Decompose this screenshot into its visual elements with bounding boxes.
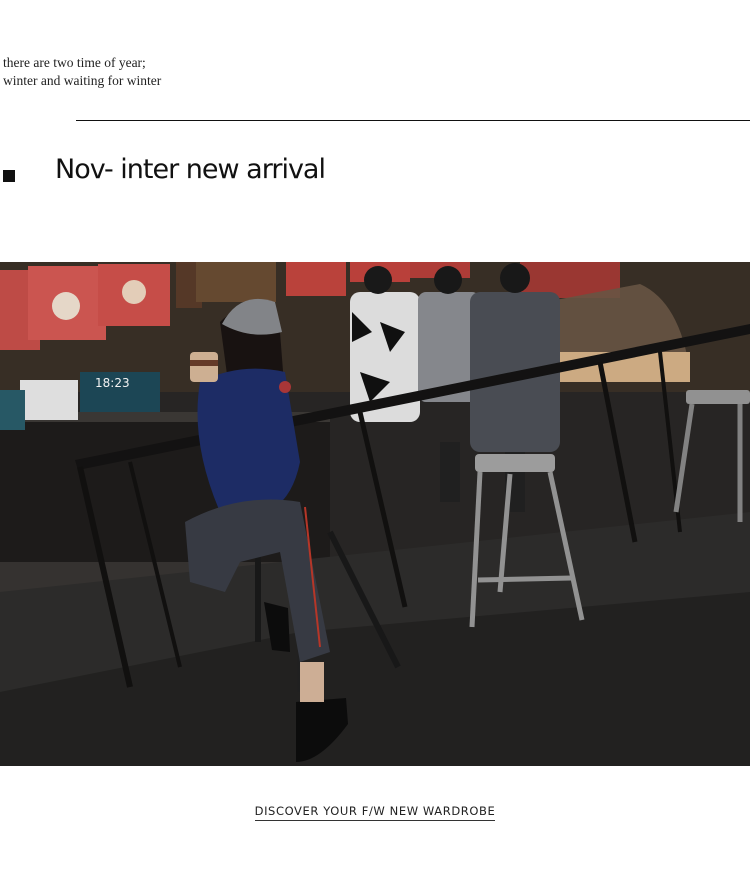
- cta-container: DISCOVER YOUR F/W NEW WARDROBE: [0, 802, 750, 821]
- square-bullet-icon: [3, 170, 15, 182]
- divider-line: [76, 120, 750, 121]
- section-title: Nov- inter new arrival: [0, 152, 750, 192]
- tagline-line-2: winter and waiting for winter: [3, 73, 162, 88]
- tagline: there are two time of year; winter and w…: [3, 54, 161, 90]
- discover-wardrobe-link[interactable]: DISCOVER YOUR F/W NEW WARDROBE: [254, 804, 496, 821]
- hero-photo: 18:23: [0, 262, 750, 766]
- cafe-scene-illustration: 18:23: [0, 262, 750, 766]
- tagline-line-1: there are two time of year;: [3, 55, 146, 70]
- headline: Nov- inter new arrival: [55, 154, 326, 185]
